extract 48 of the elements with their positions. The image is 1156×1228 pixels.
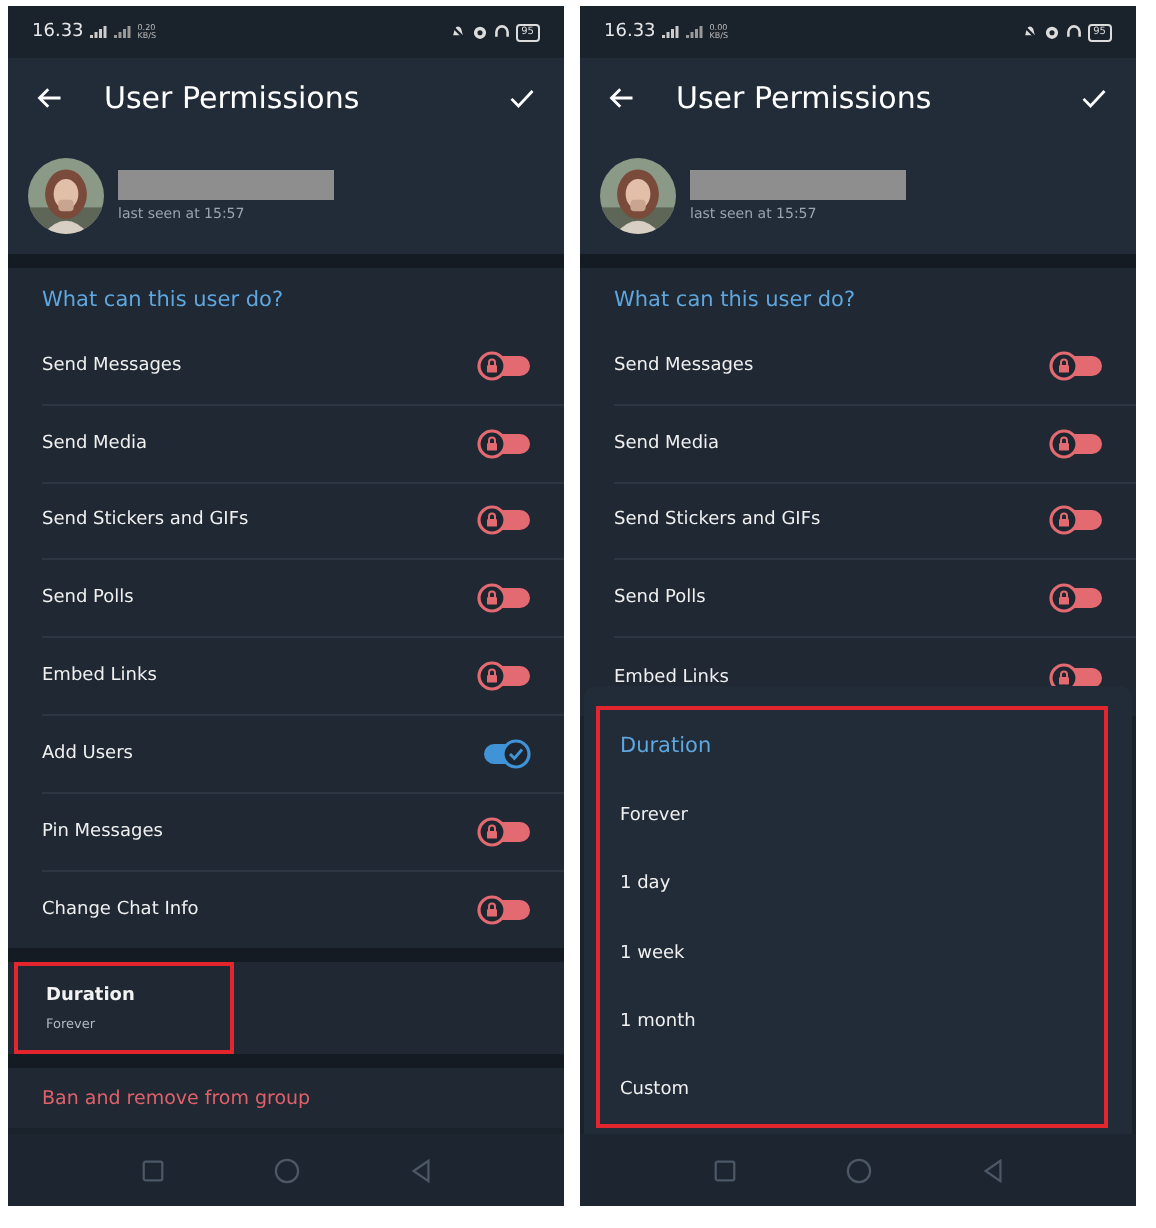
locked-toggle-switch[interactable] <box>476 504 532 537</box>
status-time: 16.33 <box>32 22 84 42</box>
screen-title: User Permissions <box>674 80 934 116</box>
signal-icon <box>685 26 704 38</box>
locked-toggle-switch[interactable] <box>476 349 532 382</box>
section-heading: What can this user do? <box>40 288 286 316</box>
permission-label: Embed Links <box>42 666 157 687</box>
screen-title: User Permissions <box>102 80 362 116</box>
permission-label: Send Messages <box>42 355 182 376</box>
duration-option[interactable]: 1 day <box>620 874 1084 895</box>
locked-toggle-switch[interactable] <box>476 582 532 615</box>
permission-label: Send Messages <box>614 355 754 376</box>
locked-toggle-switch[interactable] <box>1048 582 1104 615</box>
signal-icon <box>661 26 680 38</box>
permission-label: Send Media <box>42 433 148 454</box>
duration-option[interactable]: Forever <box>620 806 1084 827</box>
locked-toggle-switch[interactable] <box>476 660 532 693</box>
permission-label: Embed Links <box>614 667 729 688</box>
signal-icon <box>113 26 132 38</box>
locked-toggle-switch[interactable] <box>476 815 532 848</box>
permission-label: Pin Messages <box>42 821 163 842</box>
status-time: 16.33 <box>604 22 656 42</box>
checkmark-icon[interactable] <box>508 84 536 112</box>
checkmark-icon[interactable] <box>1080 84 1108 112</box>
permission-label: Send Stickers and GIFs <box>42 510 249 531</box>
back-arrow-icon[interactable] <box>608 84 636 112</box>
permission-label: Change Chat Info <box>42 899 199 920</box>
permission-label: Send Polls <box>42 588 134 609</box>
headphones-icon <box>493 24 510 40</box>
locked-toggle-switch[interactable] <box>1048 349 1104 382</box>
locked-toggle-switch[interactable] <box>476 427 532 460</box>
locked-toggle-switch[interactable] <box>476 893 532 926</box>
headphones-icon <box>1065 24 1082 40</box>
duration-option[interactable]: 1 month <box>620 1011 1084 1032</box>
section-heading: What can this user do? <box>612 288 858 316</box>
locked-toggle-switch[interactable] <box>1048 427 1104 460</box>
duration-option[interactable]: Custom <box>620 1079 1084 1100</box>
permission-label: Add Users <box>42 743 133 764</box>
permission-label: Send Media <box>614 433 720 454</box>
ban-user-action[interactable]: Ban and remove from group <box>42 1087 311 1110</box>
signal-icon <box>89 26 108 38</box>
permission-label: Send Polls <box>614 588 706 609</box>
permission-label: Send Stickers and GIFs <box>614 510 821 531</box>
sheet-title: Duration <box>620 734 714 759</box>
locked-toggle-switch[interactable] <box>1048 504 1104 537</box>
duration-label: Duration <box>46 985 137 1006</box>
back-arrow-icon[interactable] <box>36 84 64 112</box>
duration-option[interactable]: 1 week <box>620 943 1084 964</box>
